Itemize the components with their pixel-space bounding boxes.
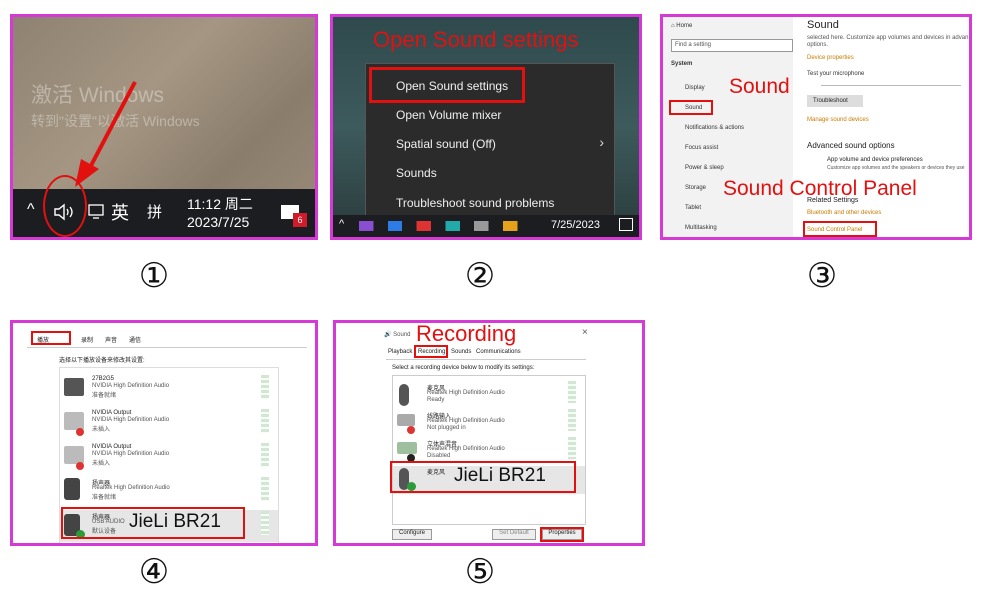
panel-context-menu: Open Sound settings Open Sound settings … <box>330 14 642 240</box>
bluetooth-link[interactable]: Bluetooth and other devices <box>807 210 881 216</box>
nav-display[interactable]: Display <box>685 85 705 91</box>
instruction-text: Select a recording device below to modif… <box>392 365 535 371</box>
clock-date[interactable]: 2023/7/25 <box>187 214 249 230</box>
annotation-sound: Sound <box>729 75 790 98</box>
highlight-box <box>31 331 71 345</box>
list-item[interactable]: 扬声器 Realtek High Definition Audio 准备就绪 <box>60 476 278 508</box>
list-item[interactable]: 27B2G5 NVIDIA High Definition Audio 准备就绪 <box>60 374 278 406</box>
advanced-title: Advanced sound options <box>807 141 895 150</box>
nav-power-sleep[interactable]: Power & sleep <box>685 165 724 171</box>
network-icon[interactable] <box>87 203 107 221</box>
taskbar: ^ 7/25/2023 <box>333 215 639 237</box>
nav-system-header: System <box>671 61 693 67</box>
annotation-jieli: JieLi BR21 <box>129 511 221 532</box>
menu-item-troubleshoot[interactable]: Troubleshoot sound problems <box>396 196 554 210</box>
tab-communications[interactable]: 通信 <box>129 335 141 344</box>
page-title: Sound <box>807 19 839 31</box>
set-default-button[interactable]: Set Default <box>492 529 536 540</box>
manage-devices-link[interactable]: Manage sound devices <box>807 117 869 123</box>
menu-item-sounds[interactable]: Sounds <box>396 166 437 180</box>
troubleshoot-button[interactable]: Troubleshoot <box>807 95 863 107</box>
highlight-box <box>669 100 713 115</box>
tab-sounds[interactable]: 声音 <box>105 335 117 344</box>
device-properties-link[interactable]: Device properties <box>807 55 854 61</box>
step-number-3: ③ <box>806 256 838 296</box>
menu-item-spatial-sound[interactable]: Spatial sound (Off) <box>396 137 496 151</box>
notification-icon[interactable] <box>619 218 633 231</box>
tray-chevron-icon[interactable]: ^ <box>27 201 35 219</box>
clock-date[interactable]: 7/25/2023 <box>551 219 600 231</box>
highlight-circle <box>43 175 87 237</box>
description-text-2: options. <box>807 42 829 48</box>
app-volume-desc: Customize app volumes and the speakers o… <box>827 165 965 171</box>
panel-recording-devices: 🔊 Sound × Recording Playback Recording S… <box>333 320 645 546</box>
list-item[interactable]: 麦克风 Realtek High Definition Audio Ready <box>393 382 585 408</box>
highlight-box <box>414 345 448 358</box>
tab-recording[interactable]: 录制 <box>81 335 93 344</box>
close-icon[interactable]: × <box>582 327 588 338</box>
clock-time[interactable]: 11:12 周二 <box>187 194 253 214</box>
menu-item-open-volume-mixer[interactable]: Open Volume mixer <box>396 108 501 122</box>
configure-button[interactable]: Configure <box>392 529 432 540</box>
nav-focus-assist[interactable]: Focus assist <box>685 145 718 151</box>
app-volume-link[interactable]: App volume and device preferences <box>827 157 923 163</box>
highlight-box <box>369 67 525 103</box>
list-item[interactable]: NVIDIA Output NVIDIA High Definition Aud… <box>60 408 278 440</box>
taskbar: ^ 英 拼 11:12 周二 2023/7/25 6 <box>13 175 315 237</box>
nav-notifications[interactable]: Notifications & actions <box>685 125 744 131</box>
mic-level-bar <box>821 85 961 86</box>
description-text: selected here. Customize app volumes and… <box>807 35 969 41</box>
nav-storage[interactable]: Storage <box>685 185 706 191</box>
panel-playback-devices: 播放 录制 声音 通信 选择以下播放设备来修改其设置: 27B2G5 NVIDI… <box>10 320 318 546</box>
chevron-right-icon: › <box>599 134 604 150</box>
annotation-jieli: JieLi BR21 <box>454 465 546 486</box>
device-list: 麦克风 Realtek High Definition Audio Ready … <box>392 375 586 525</box>
test-mic-label: Test your microphone <box>807 71 865 77</box>
highlight-box <box>540 527 584 542</box>
tab-communications[interactable]: Communications <box>476 349 521 355</box>
notification-badge: 6 <box>293 213 307 227</box>
nav-tablet[interactable]: Tablet <box>685 205 701 211</box>
tray-chevron-icon[interactable]: ^ <box>339 218 344 230</box>
step-number-2: ② <box>464 256 496 296</box>
window-title: 🔊 Sound <box>384 332 411 338</box>
related-settings-title: Related Settings <box>807 197 859 204</box>
list-item[interactable]: NVIDIA Output NVIDIA High Definition Aud… <box>60 442 278 474</box>
step-number-5: ⑤ <box>464 552 496 592</box>
annotation-recording: Recording <box>416 321 517 346</box>
find-setting-input[interactable]: Find a setting <box>671 39 793 52</box>
highlight-box <box>803 221 877 237</box>
nav-home[interactable]: ⌂ Home <box>671 23 692 29</box>
settings-sidebar: ⌂ Home Find a setting System Display Sou… <box>663 17 793 237</box>
ime-icon[interactable]: 拼 <box>147 201 162 222</box>
step-heading: Open Sound settings <box>373 27 579 52</box>
input-language[interactable]: 英 <box>111 199 129 225</box>
tray-icons[interactable] <box>359 221 539 231</box>
tab-sounds[interactable]: Sounds <box>451 349 471 355</box>
step-number-4: ④ <box>138 552 170 592</box>
nav-multitasking[interactable]: Multitasking <box>685 225 717 231</box>
step-number-1: ① <box>138 256 170 296</box>
instruction-text: 选择以下播放设备来修改其设置: <box>59 358 145 364</box>
panel-sound-settings: ⌂ Home Find a setting System Display Sou… <box>660 14 972 240</box>
panel-taskbar-sound-icon: 激活 Windows 转到"设置"以激活 Windows ^ 英 拼 11:12… <box>10 14 318 240</box>
tab-playback[interactable]: Playback <box>388 349 412 355</box>
list-item[interactable]: 线路输入 Realtek High Definition Audio Not p… <box>393 410 585 436</box>
